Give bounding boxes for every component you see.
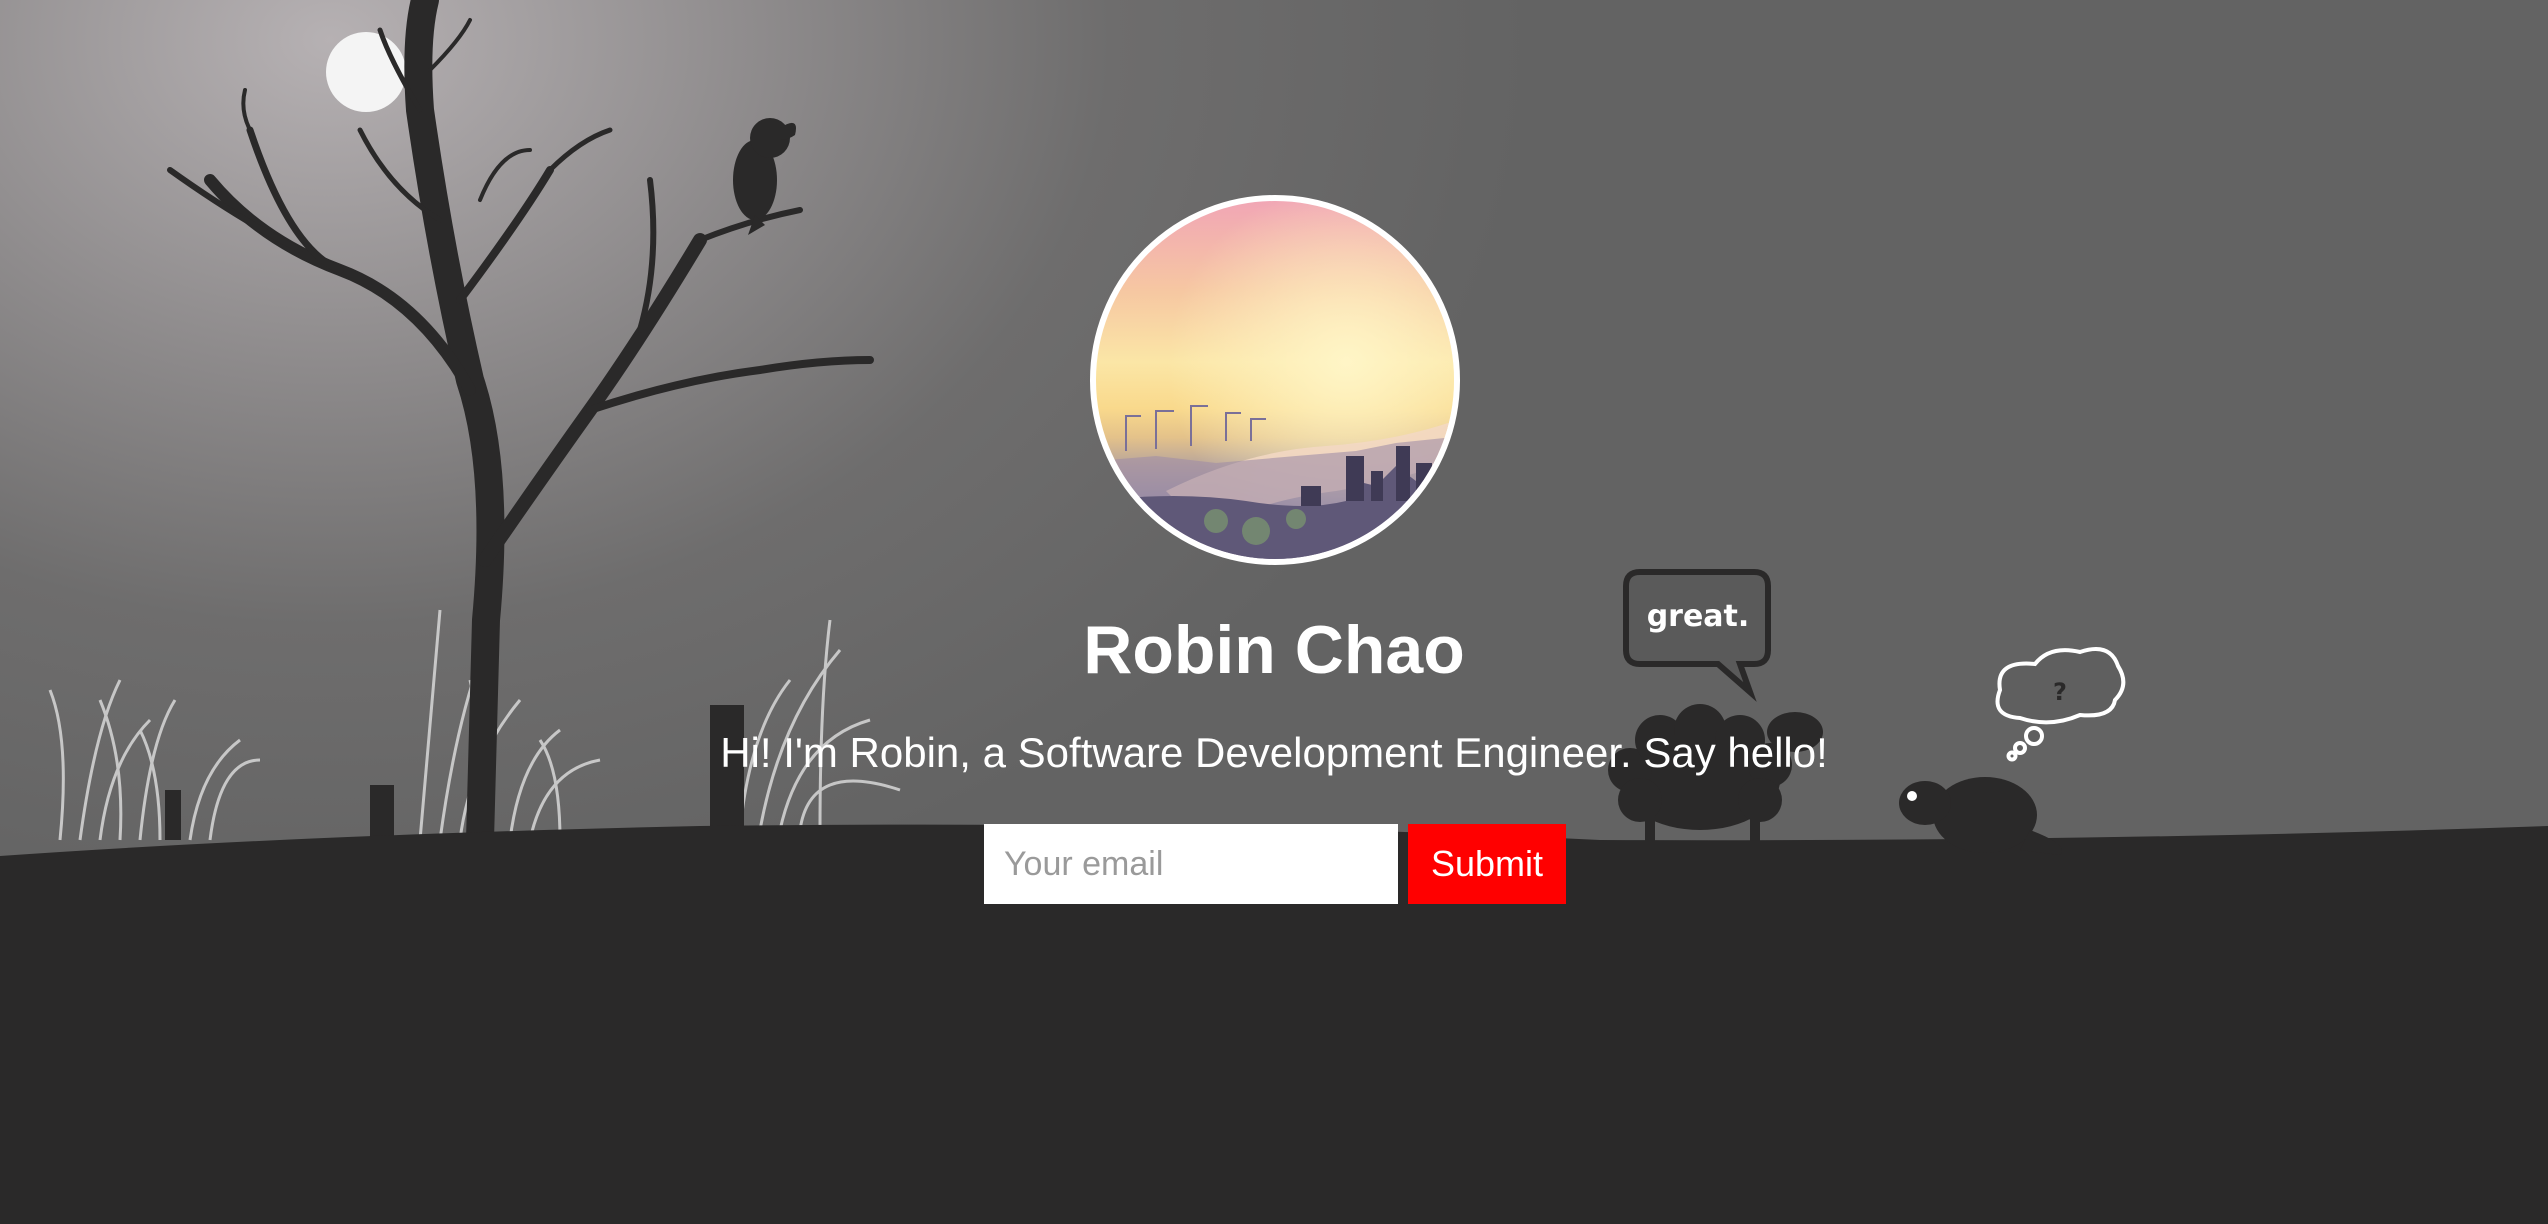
- profile-hero: Robin Chao Hi! I'm Robin, a Software Dev…: [0, 0, 2548, 1224]
- avatar: [1090, 195, 1460, 565]
- landing-page: great. ? Robin Chao Hi! I'm Robin, a Sof…: [0, 0, 2548, 1224]
- email-input[interactable]: [984, 824, 1398, 904]
- profile-name: Robin Chao: [1083, 612, 1465, 688]
- contact-form: Submit: [984, 824, 1566, 904]
- profile-tagline: Hi! I'm Robin, a Software Development En…: [720, 729, 1828, 776]
- city-sunset-photo-icon: [1096, 201, 1454, 559]
- submit-button[interactable]: Submit: [1408, 824, 1566, 904]
